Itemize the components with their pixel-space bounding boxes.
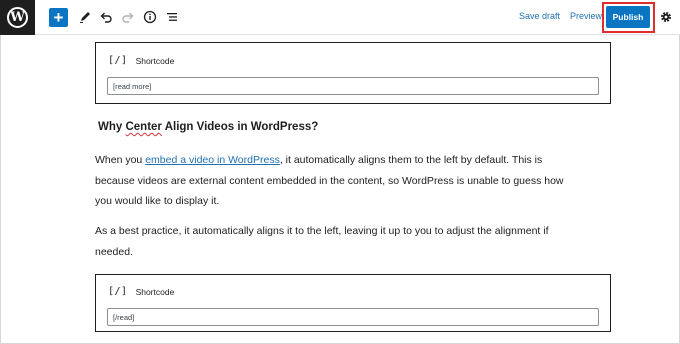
pencil-icon[interactable] [76, 6, 94, 28]
paragraph-line: needed. [95, 245, 133, 258]
paragraph-line: When you embed a video in WordPress, it … [95, 150, 615, 171]
paragraph-line: because videos are external content embe… [95, 174, 564, 187]
gear-icon[interactable] [659, 9, 673, 25]
block-header: [/] Shortcode [108, 286, 174, 297]
paragraph-block[interactable]: When you embed a video in WordPress, it … [95, 150, 615, 212]
wordpress-logo-mark: W [7, 7, 28, 28]
undo-icon[interactable] [97, 6, 115, 28]
info-icon[interactable] [141, 6, 159, 28]
shortcode-block[interactable]: [/] Shortcode [read more] [95, 42, 611, 104]
text-segment: When you [95, 154, 146, 166]
list-view-icon[interactable] [163, 6, 181, 28]
paragraph-line: you would like to display it. [95, 195, 220, 207]
shortcode-block[interactable]: [/] Shortcode [/read] [95, 274, 611, 332]
wordpress-logo-icon[interactable]: W [0, 0, 35, 35]
preview-button[interactable]: Preview [570, 11, 602, 21]
shortcode-icon: [/] [108, 286, 128, 297]
publish-button[interactable]: Publish [606, 6, 650, 28]
block-title: Shortcode [135, 286, 175, 297]
spellcheck-word: Center [125, 121, 162, 133]
block-title: Shortcode [135, 55, 175, 66]
paragraph-line: As a best practice, it automatically ali… [95, 225, 549, 237]
add-block-button[interactable]: + [49, 8, 68, 27]
redo-icon[interactable] [119, 6, 137, 28]
shortcode-input[interactable]: [read more] [107, 77, 599, 95]
post-heading[interactable]: Why Center Align Videos in WordPress? [98, 121, 318, 133]
editor-toolbar: W + Save draft Preview Publish [0, 0, 680, 35]
embed-video-link[interactable]: embed a video in WordPress [145, 154, 280, 166]
shortcode-icon: [/] [108, 55, 128, 66]
paragraph-block[interactable]: As a best practice, it automatically ali… [95, 221, 615, 262]
text-segment: , it automatically aligns them to the le… [279, 154, 543, 166]
save-draft-button[interactable]: Save draft [519, 11, 560, 21]
block-header: [/] Shortcode [108, 55, 174, 66]
heading-text-end: Align Videos in WordPress? [161, 121, 319, 133]
shortcode-input[interactable]: [/read] [107, 308, 599, 326]
heading-text-start: Why [98, 121, 126, 133]
